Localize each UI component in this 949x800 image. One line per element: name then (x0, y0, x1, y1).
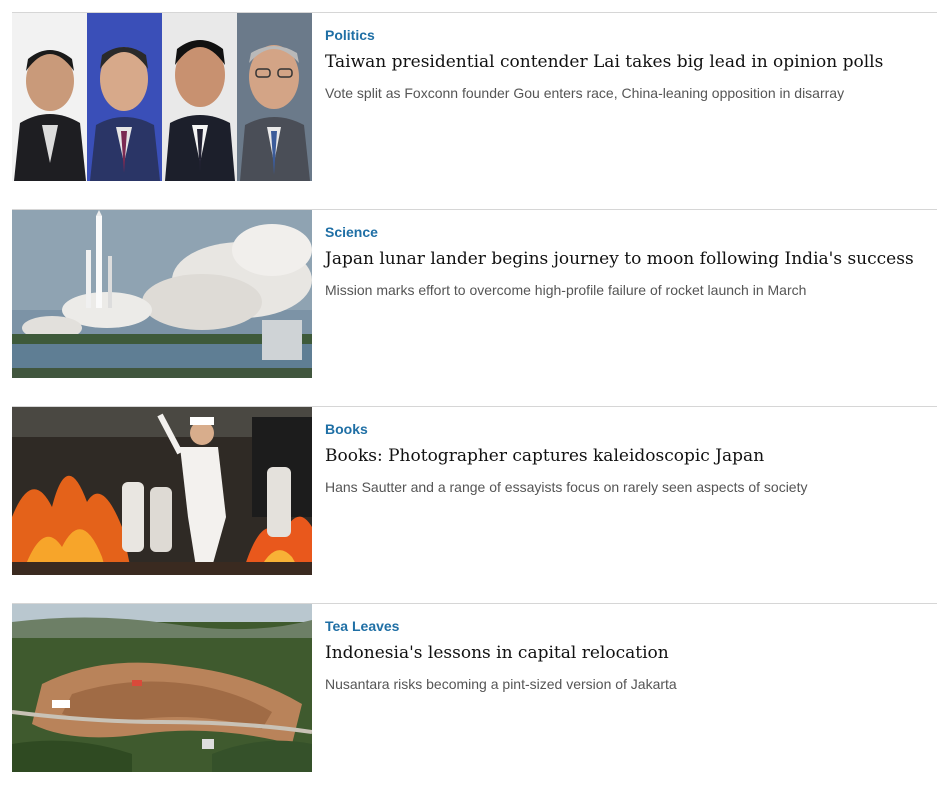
article-headline[interactable]: Indonesia's lessons in capital relocatio… (325, 642, 937, 664)
article-thumbnail[interactable] (12, 210, 312, 378)
category-label[interactable]: Science (325, 224, 937, 240)
category-label[interactable]: Books (325, 421, 937, 437)
article-thumbnail[interactable] (12, 407, 312, 575)
article-summary: Hans Sautter and a range of essayists fo… (325, 479, 808, 495)
article-headline[interactable]: Taiwan presidential contender Lai takes … (325, 51, 937, 73)
article-summary: Mission marks effort to overcome high-pr… (325, 282, 807, 298)
article-thumbnail[interactable] (12, 13, 312, 181)
article-item: Science Japan lunar lander begins journe… (12, 209, 937, 406)
politicians-photo (12, 13, 312, 181)
construction-aerial-photo (12, 604, 312, 772)
article-list: Politics Taiwan presidential contender L… (12, 12, 937, 800)
article-summary: Nusantara risks becoming a pint-sized ve… (325, 676, 677, 692)
article-item: Politics Taiwan presidential contender L… (12, 12, 937, 209)
article-item: Tea Leaves Indonesia's lessons in capita… (12, 603, 937, 800)
article-summary: Vote split as Foxconn founder Gou enters… (325, 85, 845, 101)
article-headline[interactable]: Books: Photographer captures kaleidoscop… (325, 445, 937, 467)
article-item: Books Books: Photographer captures kalei… (12, 406, 937, 603)
article-thumbnail[interactable] (12, 604, 312, 772)
fire-walking-photo (12, 407, 312, 575)
category-label[interactable]: Politics (325, 27, 937, 43)
rocket-launch-photo (12, 210, 312, 378)
category-label[interactable]: Tea Leaves (325, 618, 937, 634)
article-headline[interactable]: Japan lunar lander begins journey to moo… (325, 248, 937, 270)
